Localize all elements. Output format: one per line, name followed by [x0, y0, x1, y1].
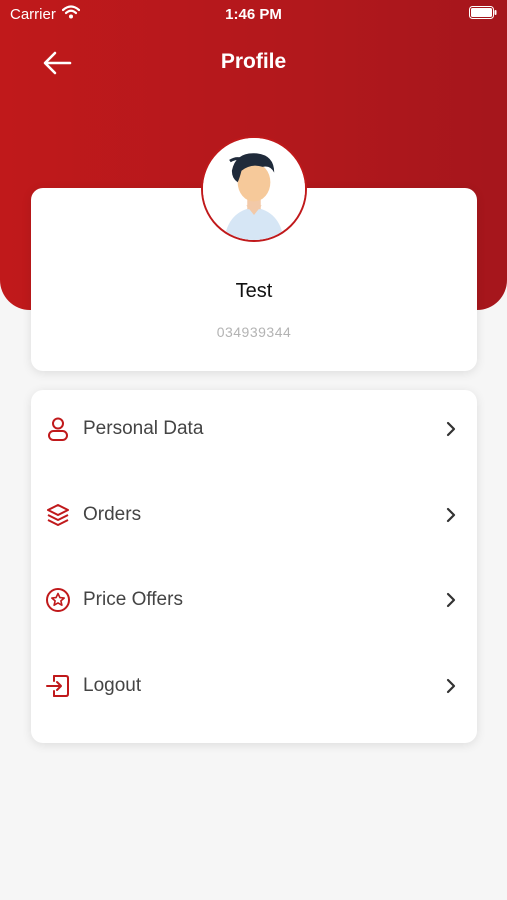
- battery-icon: [469, 6, 497, 19]
- layers-icon: [47, 504, 69, 526]
- menu-item-orders[interactable]: Orders: [31, 485, 477, 545]
- page-title: Profile: [220, 50, 287, 73]
- chevron-right-icon: [446, 592, 456, 608]
- chevron-right-icon: [446, 507, 456, 523]
- user-icon: [48, 417, 68, 441]
- chevron-right-icon: [446, 421, 456, 437]
- star-badge-icon: [46, 588, 70, 612]
- menu-item-label: Orders: [83, 504, 142, 525]
- logout-icon: [46, 675, 69, 697]
- user-name: Test: [235, 280, 273, 302]
- menu-item-label: Logout: [83, 675, 142, 696]
- avatar-illustration: [203, 138, 305, 240]
- menu-item-label: Price Offers: [83, 589, 183, 610]
- clock: 1:46 PM: [225, 6, 282, 23]
- menu-item-price-offers[interactable]: Price Offers: [31, 570, 477, 630]
- status-bar: Carrier 1:46 PM: [0, 0, 507, 28]
- menu-item-personal-data[interactable]: Personal Data: [31, 399, 477, 459]
- menu-item-logout[interactable]: Logout: [31, 656, 477, 716]
- user-phone: 034939344: [216, 324, 292, 340]
- menu-card: Personal Data Orders Price Offers Logout: [31, 390, 477, 743]
- chevron-right-icon: [446, 678, 456, 694]
- menu-item-label: Personal Data: [83, 418, 204, 439]
- avatar[interactable]: [201, 136, 307, 242]
- profile-screen: Carrier 1:46 PM Profile Test 034939344 P…: [0, 0, 507, 900]
